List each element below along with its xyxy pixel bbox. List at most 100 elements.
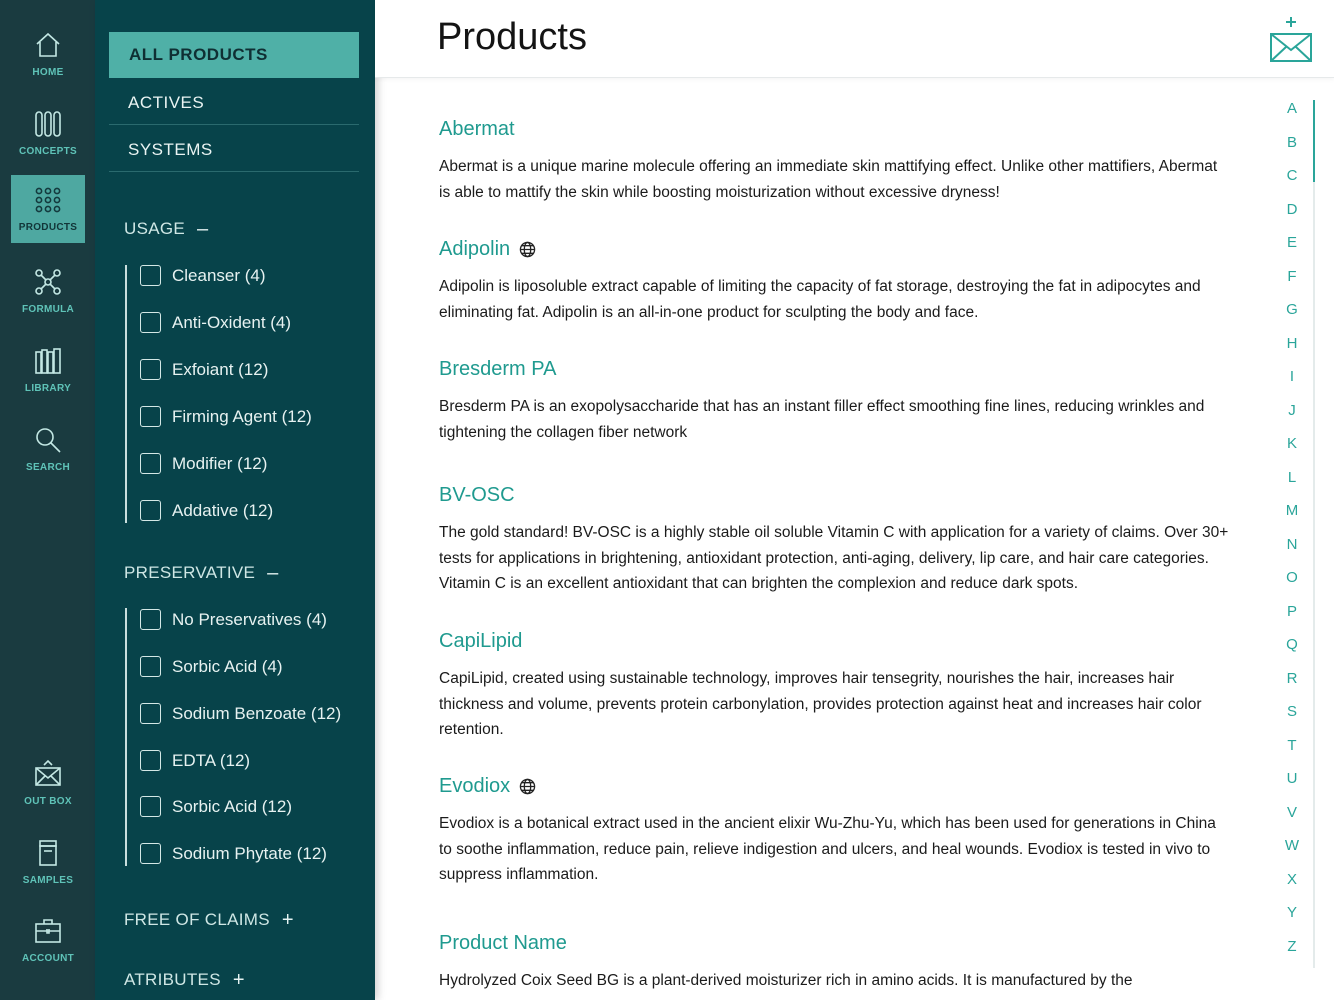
alpha-letter[interactable]: V xyxy=(1277,804,1307,821)
alpha-letter[interactable]: K xyxy=(1277,435,1307,452)
preservative-option-sodium-benzoate[interactable]: Sodium Benzoate (12) xyxy=(140,703,341,724)
alpha-letter[interactable]: C xyxy=(1277,167,1307,184)
alpha-letter[interactable]: J xyxy=(1277,402,1307,419)
rail-home[interactable]: HOME xyxy=(11,20,85,88)
alpha-letter[interactable]: S xyxy=(1277,703,1307,720)
free-of-claims-group-toggle[interactable]: FREE OF CLAIMS + xyxy=(124,910,294,930)
molecule-icon xyxy=(35,269,61,295)
usage-option-exfoiant[interactable]: Exfoiant (12) xyxy=(140,359,268,380)
product-name-link[interactable]: CapiLipid xyxy=(439,630,1229,653)
checkbox[interactable] xyxy=(140,609,161,630)
checkbox[interactable] xyxy=(140,312,161,333)
product-name-link[interactable]: Adipolin xyxy=(439,238,1229,261)
alphabet-scroll-thumb[interactable] xyxy=(1313,100,1315,182)
usage-group-toggle[interactable]: USAGE – xyxy=(124,219,208,239)
checkbox[interactable] xyxy=(140,265,161,286)
alpha-letter[interactable]: A xyxy=(1277,100,1307,117)
alpha-letter[interactable]: X xyxy=(1277,871,1307,888)
alpha-letter[interactable]: D xyxy=(1277,201,1307,218)
rail-samples[interactable]: SAMPLES xyxy=(11,828,85,896)
usage-option-modifier[interactable]: Modifier (12) xyxy=(140,453,267,474)
checkbox[interactable] xyxy=(140,500,161,521)
alpha-letter[interactable]: T xyxy=(1277,737,1307,754)
preservative-group-toggle[interactable]: PRESERVATIVE – xyxy=(124,563,279,583)
rail-outbox[interactable]: OUT BOX xyxy=(11,749,85,817)
product-description: Abermat is a unique marine molecule offe… xyxy=(439,158,1218,201)
usage-option-cleanser[interactable]: Cleanser (4) xyxy=(140,265,266,286)
product-description: Hydrolyzed Coix Seed BG is a plant-deriv… xyxy=(439,972,1133,989)
product-name-link[interactable]: Bresderm PA xyxy=(439,358,1229,381)
usage-option-firming-agent[interactable]: Firming Agent (12) xyxy=(140,406,312,427)
rail-concepts[interactable]: CONCEPTS xyxy=(11,99,85,167)
main-content: Products Abermat Abermat is a unique mar… xyxy=(375,0,1334,1000)
product-bresderm-pa: Bresderm PA Bresderm PA is an exopolysac… xyxy=(439,358,1229,445)
atributes-group-toggle[interactable]: ATRIBUTES + xyxy=(124,970,245,990)
category-actives[interactable]: ACTIVES xyxy=(109,80,359,126)
alpha-letter[interactable]: Y xyxy=(1277,904,1307,921)
product-description: The gold standard! BV-OSC is a highly st… xyxy=(439,524,1229,592)
preservative-option-none[interactable]: No Preservatives (4) xyxy=(140,609,327,630)
checkbox[interactable] xyxy=(140,750,161,771)
option-label: Firming Agent (12) xyxy=(172,406,312,426)
rail-products[interactable]: PRODUCTS xyxy=(11,175,85,243)
alpha-letter[interactable]: I xyxy=(1277,368,1307,385)
group-line xyxy=(125,608,127,866)
product-description: Adipolin is liposoluble extract capable … xyxy=(439,278,1201,321)
alpha-letter[interactable]: B xyxy=(1277,134,1307,151)
product-name-link[interactable]: BV-OSC xyxy=(439,484,1229,507)
alpha-letter[interactable]: E xyxy=(1277,234,1307,251)
usage-group-title: USAGE xyxy=(124,219,186,238)
product-name-link[interactable]: Abermat xyxy=(439,118,1229,141)
checkbox[interactable] xyxy=(140,843,161,864)
checkbox[interactable] xyxy=(140,453,161,474)
alpha-letter[interactable]: H xyxy=(1277,335,1307,352)
preservative-option-sorbic-acid-12[interactable]: Sorbic Acid (12) xyxy=(140,796,292,817)
rail-library[interactable]: LIBRARY xyxy=(11,336,85,404)
rail-label: LIBRARY xyxy=(24,383,72,394)
alpha-letter[interactable]: W xyxy=(1277,837,1307,854)
rail-label: SEARCH xyxy=(25,462,71,473)
page-title: Products xyxy=(437,16,587,58)
compose-message-button[interactable] xyxy=(1268,14,1314,64)
divider xyxy=(109,124,359,125)
rail-account[interactable]: ACCOUNT xyxy=(11,906,85,974)
checkbox[interactable] xyxy=(140,703,161,724)
preservative-option-sodium-phytate[interactable]: Sodium Phytate (12) xyxy=(140,843,327,864)
checkbox[interactable] xyxy=(140,656,161,677)
globe-icon xyxy=(519,778,536,795)
alpha-letter[interactable]: R xyxy=(1277,670,1307,687)
alphabet-scroll-track[interactable] xyxy=(1313,100,1315,968)
jar-icon xyxy=(39,840,57,866)
alpha-letter[interactable]: N xyxy=(1277,536,1307,553)
checkbox[interactable] xyxy=(140,359,161,380)
option-label: Cleanser (4) xyxy=(172,265,266,285)
alpha-letter[interactable]: U xyxy=(1277,770,1307,787)
rail-search[interactable]: SEARCH xyxy=(11,415,85,483)
product-name-link[interactable]: Product Name xyxy=(439,932,1229,955)
alpha-letter[interactable]: M xyxy=(1277,502,1307,519)
alpha-letter[interactable]: G xyxy=(1277,301,1307,318)
preservative-option-sorbic-acid[interactable]: Sorbic Acid (4) xyxy=(140,656,283,677)
product-name: Product Name xyxy=(439,932,567,954)
alpha-letter[interactable]: L xyxy=(1277,469,1307,486)
category-systems[interactable]: SYSTEMS xyxy=(109,127,359,173)
alpha-letter[interactable]: O xyxy=(1277,569,1307,586)
usage-option-anti-oxident[interactable]: Anti-Oxident (4) xyxy=(140,312,291,333)
collapse-icon: – xyxy=(267,562,279,584)
checkbox[interactable] xyxy=(140,796,161,817)
product-name-link[interactable]: Evodiox xyxy=(439,775,1229,798)
group-line xyxy=(125,265,127,523)
alpha-letter[interactable]: Z xyxy=(1277,938,1307,955)
category-all-products[interactable]: ALL PRODUCTS xyxy=(109,32,359,78)
rail-label: ACCOUNT xyxy=(21,953,75,964)
free-of-claims-group-title: FREE OF CLAIMS xyxy=(124,910,270,929)
checkbox[interactable] xyxy=(140,406,161,427)
preservative-option-edta[interactable]: EDTA (12) xyxy=(140,750,250,771)
alpha-letter[interactable]: F xyxy=(1277,268,1307,285)
product-name: Abermat xyxy=(439,118,515,140)
usage-option-addative[interactable]: Addative (12) xyxy=(140,500,273,521)
alpha-letter[interactable]: Q xyxy=(1277,636,1307,653)
rail-formula[interactable]: FORMULA xyxy=(11,257,85,325)
alpha-letter[interactable]: P xyxy=(1277,603,1307,620)
briefcase-icon xyxy=(35,919,61,943)
